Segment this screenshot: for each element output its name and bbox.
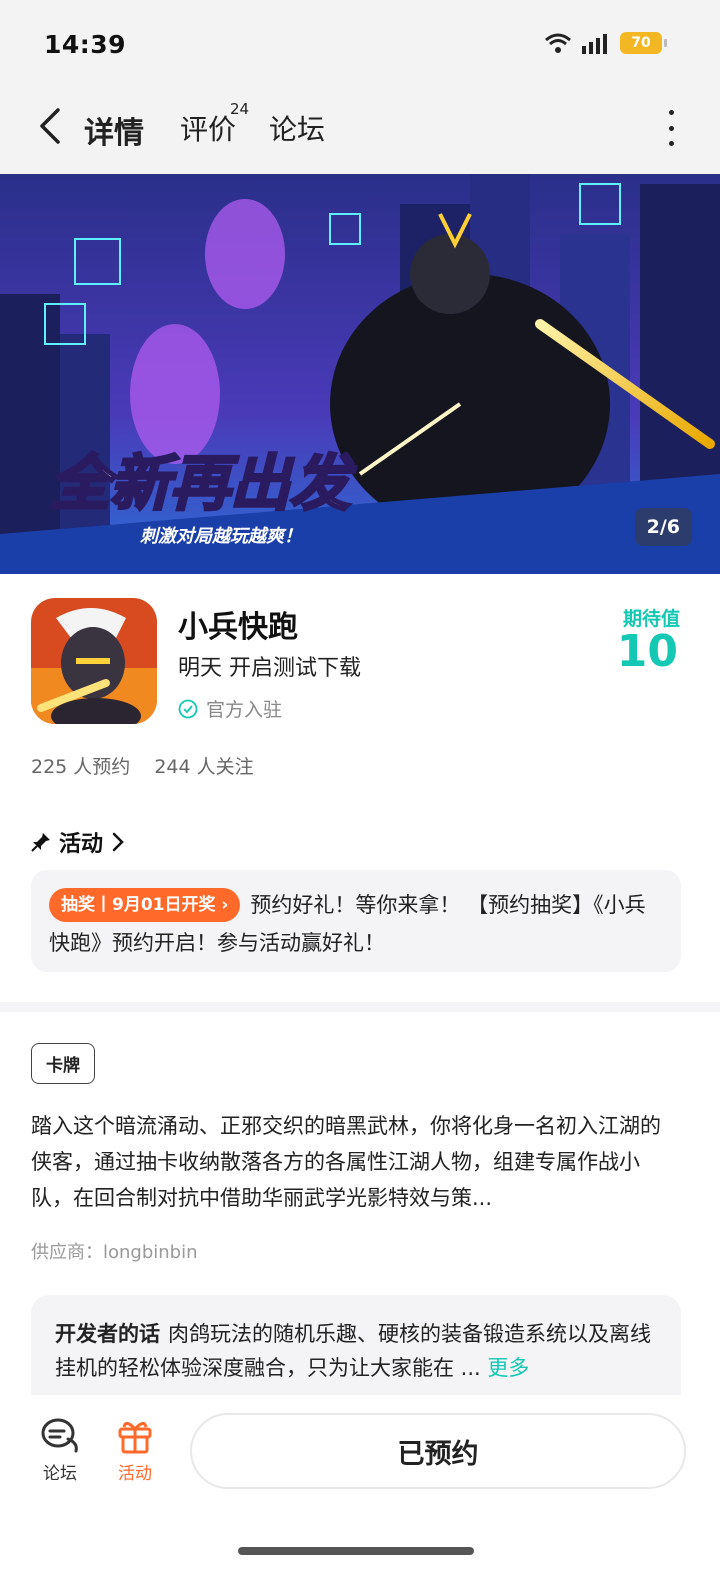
- banner-page-counter: 2/6: [634, 508, 692, 546]
- wifi-icon: [545, 33, 571, 53]
- tab-detail[interactable]: 详情: [80, 108, 148, 152]
- forum-chat-icon: [41, 1418, 78, 1453]
- app-release-status: 明天 开启测试下载: [178, 656, 361, 681]
- app-icon: [31, 598, 157, 724]
- review-count-badge: 24: [230, 100, 250, 118]
- official-badge: 官方入驻: [178, 695, 282, 722]
- more-options-button[interactable]: [664, 110, 678, 146]
- status-icons: 70: [544, 32, 667, 54]
- app-icon-image: [31, 598, 157, 724]
- more-dot-icon: [668, 125, 674, 131]
- back-button[interactable]: [30, 106, 70, 146]
- app-stats: 225 人预约 244 人关注: [31, 752, 254, 779]
- banner-image: 全新再出发 刺激对局越玩越爽！: [0, 174, 720, 574]
- reserved-button[interactable]: 已预约: [190, 1413, 686, 1489]
- section-divider: [0, 1002, 720, 1012]
- follower-count: 244 人关注: [154, 756, 254, 778]
- banner-tagline: 刺激对局越玩越爽！: [140, 526, 302, 546]
- status-time: 14:39: [44, 30, 127, 59]
- game-description: 踏入这个暗流涌动、正邪交织的暗黑武林，你将化身一名初入江湖的侠客，通过抽卡收纳散…: [31, 1114, 661, 1210]
- more-dot-icon: [668, 110, 674, 115]
- developer-note-label: 开发者的话: [55, 1322, 160, 1346]
- gift-icon: [118, 1422, 152, 1454]
- more-link[interactable]: 更多: [487, 1356, 529, 1380]
- activity-content: 抽奖丨9月01日开奖 › 预约好礼！等你来拿！ 【预约抽奖】《小兵快跑》预约开启！…: [49, 886, 663, 962]
- tab-review-label: 评价: [180, 113, 237, 146]
- app-name: 小兵快跑: [178, 610, 298, 645]
- lottery-badge: 抽奖丨9月01日开奖 ›: [49, 888, 241, 922]
- nav-bar: 详情 评价 24 论坛: [0, 90, 720, 174]
- chevron-right-icon: [112, 832, 124, 852]
- bottom-activity-button[interactable]: 活动: [105, 1417, 165, 1484]
- tab-review[interactable]: 评价 24: [180, 100, 249, 148]
- supplier-info: 供应商：longbinbin: [31, 1242, 198, 1263]
- more-dot-icon: [668, 141, 674, 146]
- bottom-action-bar: 论坛 活动 已预约: [0, 1395, 720, 1585]
- tab-forum[interactable]: 论坛: [269, 108, 325, 148]
- expectation-value: 10: [616, 626, 678, 677]
- reservation-count: 225 人预约: [31, 756, 131, 778]
- official-label: 官方入驻: [206, 699, 283, 721]
- tab-forum-label: 论坛: [269, 113, 326, 146]
- bottom-forum-label: 论坛: [43, 1464, 77, 1484]
- activity-title: 活动: [59, 832, 104, 857]
- bottom-forum-button[interactable]: 论坛: [30, 1417, 90, 1484]
- tab-detail-label: 详情: [84, 116, 144, 151]
- signal-icon: [582, 34, 607, 54]
- activity-section-header[interactable]: 活动: [31, 826, 125, 858]
- home-indicator[interactable]: [238, 1547, 474, 1555]
- verified-check-icon: [178, 699, 198, 718]
- bottom-activity-label: 活动: [118, 1464, 152, 1484]
- status-bar: 14:39 70: [0, 0, 720, 90]
- battery-icon: 70: [620, 32, 667, 54]
- genre-tag[interactable]: 卡牌: [31, 1043, 95, 1084]
- banner-headline: 全新再出发: [50, 450, 357, 517]
- pin-icon: [31, 833, 50, 852]
- chevron-left-icon: [40, 108, 60, 144]
- banner-carousel[interactable]: 全新再出发 刺激对局越玩越爽！ 2/6: [0, 174, 720, 574]
- activity-card[interactable]: 抽奖丨9月01日开奖 › 预约好礼！等你来拿！ 【预约抽奖】《小兵快跑》预约开启！…: [31, 870, 681, 972]
